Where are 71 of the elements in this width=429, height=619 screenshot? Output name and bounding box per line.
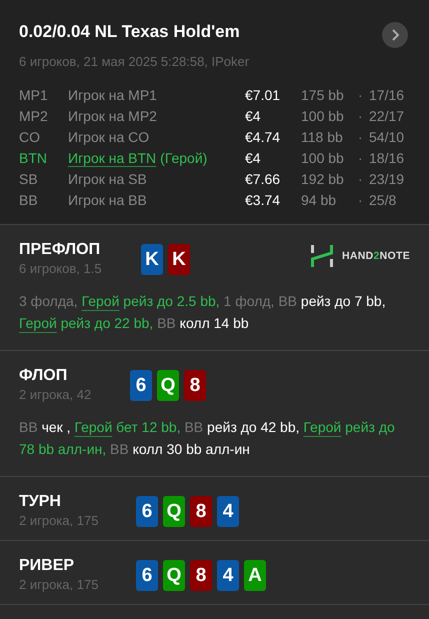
player-name: Игрок на CO — [68, 128, 150, 147]
player-stack: €7.66 — [245, 170, 282, 189]
player-position: MP2 — [19, 107, 49, 126]
separator-dot: · — [358, 128, 364, 147]
player-stats: 22/17 — [369, 107, 406, 126]
player-name: Игрок на BB — [68, 191, 147, 210]
hero-link[interactable]: Герой — [303, 419, 342, 435]
player-stack: €3.74 — [245, 191, 282, 210]
player-stats: 25/8 — [369, 191, 398, 210]
playing-card: 4 — [217, 496, 239, 527]
separator-dot: · — [358, 149, 364, 168]
stack-bb: 118 bb — [301, 128, 344, 147]
separator-dot: · — [358, 107, 364, 126]
player-stack: €4.74 — [245, 128, 282, 147]
player-stats: 17/16 — [369, 86, 406, 105]
hero-link[interactable]: Герой — [82, 293, 120, 309]
street-info: 2 игрока, 175 — [19, 513, 100, 528]
playing-card: 6 — [130, 370, 152, 401]
playing-card: K — [141, 244, 163, 275]
separator-dot: · — [358, 86, 364, 105]
player-stack: €4 — [245, 149, 262, 168]
stack-bb: 94 bb — [301, 191, 338, 210]
playing-card: 4 — [217, 560, 239, 591]
logo-text: HAND2NOTE — [342, 250, 410, 262]
playing-card: Q — [163, 560, 185, 591]
playing-card: 8 — [184, 370, 206, 401]
player-position: SB — [19, 170, 39, 189]
street-title: ПРЕФЛОП — [19, 241, 102, 259]
street-info: 2 игрока, 175 — [19, 577, 100, 592]
separator-dot: · — [358, 170, 364, 189]
playing-card: A — [244, 560, 266, 591]
hand-info: 6 игроков, 21 мая 2025 5:28:58, IPoker — [19, 54, 250, 69]
hero-link[interactable]: Герой — [74, 419, 112, 435]
street-title: РИВЕР — [19, 557, 76, 575]
stack-bb: 100 bb — [301, 149, 345, 168]
playing-card: Q — [163, 496, 185, 527]
player-stats: 18/16 — [369, 149, 406, 168]
player-name[interactable]: Игрок на BTN — [68, 149, 156, 168]
stack-bb: 192 bb — [301, 170, 345, 189]
hero-label: (Герой) — [160, 149, 208, 168]
playing-card: K — [168, 244, 190, 275]
playing-card: 6 — [136, 496, 158, 527]
player-position: BTN — [19, 149, 48, 168]
playing-card: 8 — [190, 496, 212, 527]
hero-link[interactable]: Герой — [19, 315, 57, 331]
street-title: ТУРН — [19, 493, 62, 511]
logo-icon — [310, 245, 333, 267]
player-position: MP1 — [19, 86, 49, 105]
player-stats: 23/19 — [369, 170, 406, 189]
player-name: Игрок на MP1 — [68, 86, 157, 105]
playing-card: Q — [157, 370, 179, 401]
player-name: Игрок на SB — [68, 170, 147, 189]
separator-dot: · — [358, 191, 364, 210]
street-info: 6 игроков, 1.5 — [19, 261, 103, 276]
action-history: BB чек , Герой бет 12 bb, BB рейз до 42 bb, Герой рейз до 78 bb алл-ин, BB колл 30 bb алл-ин — [19, 418, 396, 459]
action-history: 3 фолда, Герой рейз до 2.5 bb, 1 фолд, BB рейз до 7 bb, Герой рейз до 22 bb, BB колл 14 bb — [19, 292, 387, 333]
playing-card: 8 — [190, 560, 212, 591]
hand-title: 0.02/0.04 NL Texas Hold'em — [19, 22, 240, 42]
chevron-right-icon — [391, 29, 399, 41]
street-info: 2 игрока, 42 — [19, 387, 92, 402]
player-stats: 54/10 — [369, 128, 406, 147]
stack-bb: 175 bb — [301, 86, 345, 105]
player-position: CO — [19, 128, 41, 147]
player-stack: €7.01 — [245, 86, 282, 105]
next-button[interactable] — [382, 22, 408, 48]
street-title: ФЛОП — [19, 367, 68, 385]
player-position: BB — [19, 191, 39, 210]
player-stack: €4 — [245, 107, 262, 126]
playing-card: 6 — [136, 560, 158, 591]
stack-bb: 100 bb — [301, 107, 345, 126]
player-name: Игрок на MP2 — [68, 107, 157, 126]
